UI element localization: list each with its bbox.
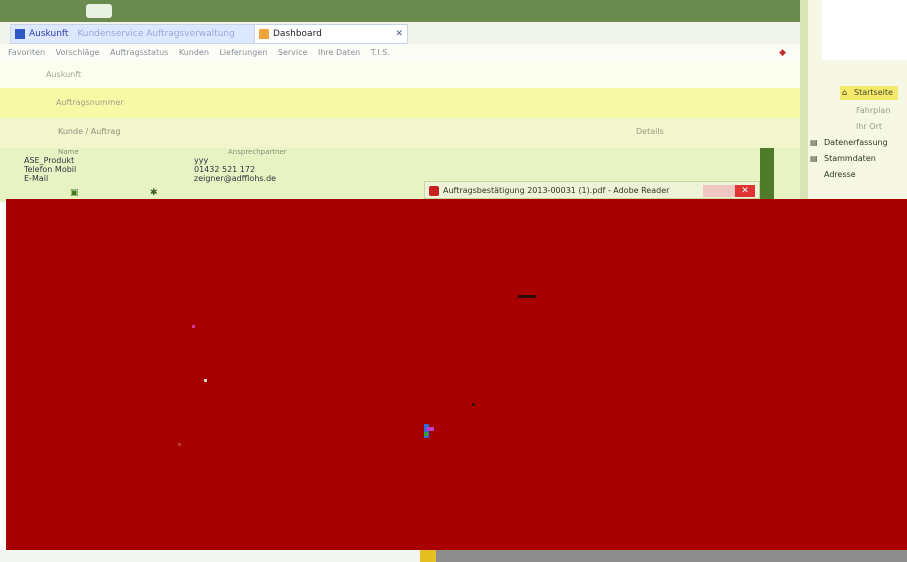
sidebar-subitem[interactable]: Fahrplan [856,106,890,115]
site-favicon-icon [15,29,25,39]
favorite-link[interactable]: T.I.S. [371,48,390,57]
site-favicon-icon [259,29,269,39]
sidebar-top [822,0,907,60]
sidebar-item-label: Startseite [854,88,893,97]
status-icon: ✱ [150,188,158,198]
detail-label: E-Mail [24,174,49,183]
page-title: Auskunft [46,70,82,79]
sidebar-edge [800,0,808,200]
taskbar-left [0,550,436,562]
speck [472,403,475,406]
folder-icon: ▤ [810,154,818,163]
order-field-row: Auftragsnummer [0,88,800,118]
search-row: Kunde / Auftrag Details [0,118,800,148]
detail-label: Telefon Mobil [24,165,77,174]
column-header: Ansprechpartner [228,148,287,156]
speck [178,443,181,446]
detail-row: ASE_Produkt yyy [24,156,208,165]
cursor-icon [424,424,434,438]
details-link[interactable]: Details [636,127,664,136]
sidebar-item-label: Stammdaten [824,154,876,163]
tab-bar: Auskunft Kundenservice Auftragsverwaltun… [0,22,820,64]
tab-label: Auskunft [29,29,69,39]
sidebar-item-adresse[interactable]: Adresse [824,170,856,179]
sidebar-subitem[interactable]: Ihr Ort [856,122,882,131]
favorite-link[interactable]: Favoriten [8,48,45,57]
detail-label: ASE_Produkt [24,156,75,165]
tab-label: Dashboard [273,29,322,39]
sidebar-item-label: Adresse [824,170,856,179]
taskbar-right [436,550,907,562]
tab-dashboard[interactable]: Dashboard ✕ [254,24,408,44]
folder-icon: ▤ [810,138,818,147]
detail-row: Telefon Mobil 01432 521 172 [24,165,255,174]
order-number-field[interactable]: Auftragsnummer [56,98,124,107]
red-overlay [6,199,907,550]
sidebar-item-label: Datenerfassung [824,138,888,147]
search-input[interactable]: Kunde / Auftrag [58,127,120,136]
browser-titlebar: − □ ✕ [0,0,907,22]
favorite-link[interactable]: Auftragsstatus [110,48,168,57]
right-sidebar: ⌂ Startseite Fahrplan Ihr Ort ▤ Datenerfa… [800,0,907,200]
detail-value: yyy [194,156,209,165]
sidebar-item-home[interactable]: ⌂ Startseite [840,86,898,100]
dash-mark [518,295,536,298]
alert-icon[interactable]: ◆ [779,44,786,62]
scrollbar[interactable] [760,148,774,202]
sidebar-item-datenerfassung[interactable]: ▤ Datenerfassung [810,138,888,147]
favorite-link[interactable]: Lieferungen [219,48,267,57]
taskbar-marker[interactable] [420,550,436,562]
detail-row: E-Mail zeigner@adfflohs.de [24,174,276,183]
notification-text: Auftragsbestätigung 2013-00031 (1).pdf -… [443,186,670,195]
speck [204,379,207,382]
adobe-reader-notification[interactable]: Auftragsbestätigung 2013-00031 (1).pdf -… [424,181,760,199]
home-icon: ⌂ [842,88,848,97]
favorites-bar: Favoriten Vorschläge Auftragsstatus Kund… [0,44,820,62]
speck [192,325,195,328]
close-icon[interactable]: ✕ [735,185,755,197]
sidebar-item-stammdaten[interactable]: ▤ Stammdaten [810,154,876,163]
tab-auskunft[interactable]: Auskunft Kundenservice Auftragsverwaltun… [10,24,270,44]
detail-value: 01432 521 172 [194,165,256,174]
pdf-icon [429,186,439,196]
tab-url-hint: Kundenservice Auftragsverwaltung [77,29,235,39]
favorite-link[interactable]: Service [278,48,308,57]
status-icon: ▣ [70,188,79,198]
column-header: Name [58,148,79,156]
tab-close-icon[interactable]: ✕ [395,25,403,43]
page-header: Auskunft [0,62,800,88]
detail-value[interactable]: zeigner@adfflohs.de [194,174,276,183]
favorite-link[interactable]: Ihre Daten [318,48,360,57]
browser-logo-icon [86,4,112,18]
favorite-link[interactable]: Kunden [179,48,209,57]
favorite-link[interactable]: Vorschläge [56,48,100,57]
